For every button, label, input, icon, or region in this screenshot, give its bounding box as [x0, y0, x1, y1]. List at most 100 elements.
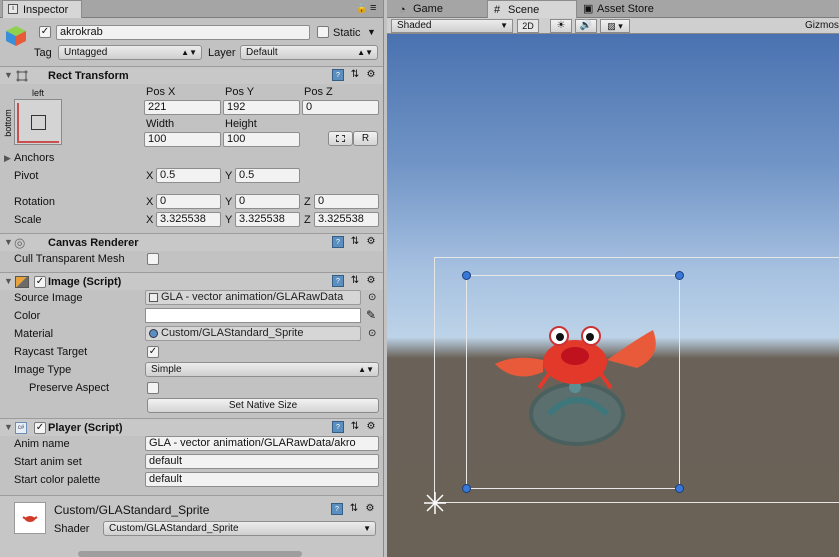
- preset-icon[interactable]: ⇅: [349, 69, 361, 81]
- lock-icon[interactable]: 🔒: [356, 3, 367, 14]
- pos-y-field[interactable]: 192: [223, 100, 300, 115]
- foldout-arrow-icon[interactable]: ▼: [4, 422, 13, 432]
- canvas-renderer-icon: ◎: [14, 235, 26, 250]
- gear-icon[interactable]: ⚙: [365, 69, 377, 81]
- rect-transform-header[interactable]: ▼ Rect Transform ? ⇅ ⚙: [0, 66, 383, 84]
- gear-icon[interactable]: ⚙: [364, 503, 376, 515]
- preset-icon[interactable]: ⇅: [349, 236, 361, 248]
- gear-icon[interactable]: ⚙: [365, 275, 377, 287]
- scale-x-field[interactable]: 3.325538: [156, 212, 221, 227]
- rotation-label: Rotation: [14, 196, 55, 208]
- component-icons: ? ⇅ ⚙: [332, 421, 378, 435]
- component-icons: ? ⇅ ⚙: [332, 69, 378, 83]
- player-enabled-checkbox[interactable]: ✓: [34, 422, 46, 434]
- crab-sprite[interactable]: [487, 314, 667, 454]
- resize-handle-tr[interactable]: [675, 271, 684, 280]
- anchor-presets-button[interactable]: [14, 99, 62, 145]
- image-script-header[interactable]: ▼ ✓ Image (Script) ? ⇅ ⚙: [0, 272, 383, 290]
- help-book-icon[interactable]: ?: [332, 69, 344, 81]
- tag-value: Untagged: [64, 47, 108, 58]
- static-dropdown-arrow-icon[interactable]: ▼: [367, 25, 376, 39]
- tag-dropdown[interactable]: Untagged ▲▼: [58, 45, 202, 60]
- raycast-checkbox[interactable]: ✓: [147, 346, 159, 358]
- preset-icon[interactable]: ⇅: [349, 275, 361, 287]
- rot-y-field[interactable]: 0: [235, 194, 300, 209]
- shading-mode-dropdown[interactable]: Shaded ▼: [391, 19, 513, 33]
- image-type-dropdown[interactable]: Simple ▲▼: [145, 362, 379, 377]
- resize-handle-tl[interactable]: [462, 271, 471, 280]
- tab-inspector[interactable]: i Inspector: [2, 0, 82, 18]
- scene-panel: ◔ Game # Scene ▣ Asset Store Shaded ▼ 2D …: [387, 0, 839, 557]
- gear-icon[interactable]: ⚙: [365, 236, 377, 248]
- help-book-icon[interactable]: ?: [332, 236, 344, 248]
- start-palette-field[interactable]: default: [145, 472, 379, 487]
- pivot-label: Pivot: [14, 170, 39, 182]
- scene-lighting-button[interactable]: ☀: [550, 19, 572, 33]
- rot-z-field[interactable]: 0: [314, 194, 379, 209]
- scale-y-field[interactable]: 3.325538: [235, 212, 300, 227]
- help-book-icon[interactable]: ?: [331, 503, 343, 515]
- height-field[interactable]: 100: [223, 132, 300, 147]
- shader-dropdown[interactable]: Custom/GLAStandard_Sprite ▼: [103, 521, 376, 536]
- help-book-icon[interactable]: ?: [332, 421, 344, 433]
- anchors-label[interactable]: Anchors: [14, 151, 54, 165]
- rot-x-field[interactable]: 0: [156, 194, 221, 209]
- pivot-x-field[interactable]: 0.5: [156, 168, 221, 183]
- gear-icon[interactable]: ⚙: [365, 421, 377, 433]
- width-field[interactable]: 100: [144, 132, 221, 147]
- foldout-arrow-icon[interactable]: ▼: [4, 70, 13, 80]
- pos-z-field[interactable]: 0: [302, 100, 379, 115]
- pivot-y-field[interactable]: 0.5: [235, 168, 300, 183]
- resize-handle-bl[interactable]: [462, 484, 471, 493]
- layer-value: Default: [246, 47, 278, 58]
- scale-z-label: Z: [304, 214, 311, 226]
- anchors-foldout-icon[interactable]: ▶: [4, 153, 11, 164]
- inspector-scrollbar[interactable]: [78, 551, 302, 557]
- help-book-icon[interactable]: ?: [332, 275, 344, 287]
- set-native-size-button[interactable]: Set Native Size: [147, 398, 379, 413]
- color-swatch[interactable]: [145, 308, 361, 323]
- tab-asset-store[interactable]: ▣ Asset Store: [577, 0, 687, 18]
- gizmos-dropdown[interactable]: Gizmos: [805, 19, 839, 33]
- resize-handle-br[interactable]: [675, 484, 684, 493]
- image-enabled-checkbox[interactable]: ✓: [34, 276, 46, 288]
- layer-dropdown[interactable]: Default ▲▼: [240, 45, 378, 60]
- pos-x-field[interactable]: 221: [144, 100, 221, 115]
- raw-edit-button[interactable]: R: [353, 131, 378, 146]
- color-label: Color: [14, 310, 41, 322]
- start-anim-set-field[interactable]: default: [145, 454, 379, 469]
- object-picker-icon[interactable]: ⊙: [368, 327, 376, 341]
- eyedropper-icon[interactable]: ✎: [366, 308, 376, 322]
- preset-icon[interactable]: ⇅: [348, 503, 360, 515]
- anchor-v-label: bottom: [2, 109, 13, 137]
- material-field[interactable]: Custom/GLAStandard_Sprite: [145, 326, 361, 341]
- scene-audio-button[interactable]: 🔊: [575, 19, 597, 33]
- scale-z-field[interactable]: 3.325538: [314, 212, 379, 227]
- preserve-aspect-checkbox[interactable]: [147, 382, 159, 394]
- tab-menu-icon[interactable]: ≡: [370, 2, 376, 14]
- tab-scene[interactable]: # Scene: [487, 0, 577, 18]
- pivot-gizmo-icon[interactable]: [423, 491, 447, 515]
- scene-viewport[interactable]: [387, 34, 839, 557]
- object-picker-icon[interactable]: ⊙: [368, 291, 376, 305]
- object-name-input[interactable]: akrokrab: [56, 25, 310, 40]
- scale-label: Scale: [14, 214, 42, 226]
- cull-checkbox[interactable]: [147, 253, 159, 265]
- preset-icon[interactable]: ⇅: [349, 421, 361, 433]
- anim-name-field[interactable]: GLA - vector animation/GLARawData/akro: [145, 436, 379, 451]
- player-script-header[interactable]: ▼ c# ✓ Player (Script) ? ⇅ ⚙: [0, 418, 383, 436]
- rot-y-label: Y: [225, 196, 233, 208]
- blueprint-mode-button[interactable]: [328, 131, 353, 146]
- toggle-2d-button[interactable]: 2D: [517, 19, 539, 33]
- active-checkbox[interactable]: ✓: [39, 26, 51, 38]
- scene-effects-dropdown[interactable]: ▨ ▾: [600, 19, 630, 33]
- foldout-arrow-icon[interactable]: ▼: [4, 237, 13, 247]
- tab-game[interactable]: ◔ Game: [393, 0, 483, 18]
- foldout-arrow-icon[interactable]: ▼: [4, 276, 13, 286]
- material-preview-thumbnail: [14, 502, 46, 534]
- static-checkbox[interactable]: [317, 26, 329, 38]
- canvas-renderer-header[interactable]: ▼ ◎ Canvas Renderer ? ⇅ ⚙: [0, 233, 383, 251]
- source-image-field[interactable]: GLA - vector animation/GLARawData: [145, 290, 361, 305]
- dotted-rect-icon: [336, 135, 345, 142]
- pos-x-label: Pos X: [146, 86, 176, 98]
